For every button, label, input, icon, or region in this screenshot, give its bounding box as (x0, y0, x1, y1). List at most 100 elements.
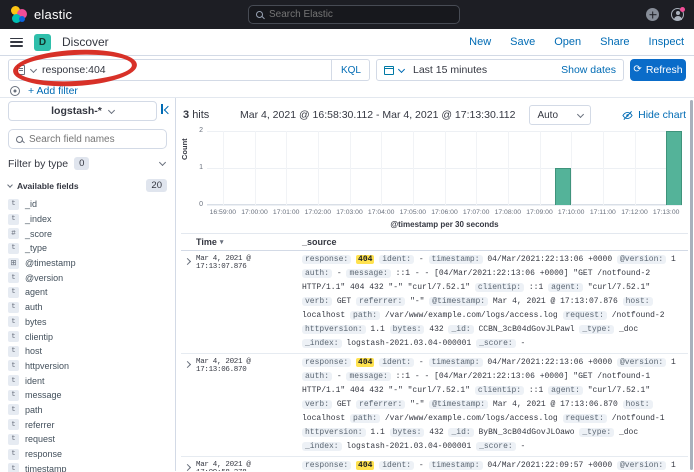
field-item-clientip[interactable]: tclientip (8, 329, 167, 344)
field-item-agent[interactable]: tagent (8, 285, 167, 300)
field-search[interactable] (8, 129, 167, 149)
field-name-badge: timestamp: (429, 461, 483, 470)
field-name-badge: timestamp: (429, 255, 483, 264)
calendar-icon (384, 66, 394, 75)
field-item-@timestamp[interactable]: ⊞ @timestamp (8, 256, 167, 271)
elastic-brand[interactable]: elastic (10, 6, 72, 23)
discover-app-badge: D (34, 34, 51, 51)
field-item-@version[interactable]: t@version (8, 270, 167, 285)
field-label: agent (25, 287, 48, 297)
date-picker[interactable]: Last 15 minutes Show dates (376, 59, 624, 81)
field-item-request[interactable]: trequest (8, 432, 167, 447)
field-label: _type (25, 243, 47, 253)
field-item-referrer[interactable]: treferrer (8, 417, 167, 432)
field-name-badge: httpversion: (302, 428, 366, 437)
index-pattern-select[interactable]: logstash-* (8, 101, 157, 121)
fields-sidebar: logstash-* Filter by type 0 Available fi… (0, 98, 176, 471)
saved-query-icon[interactable] (17, 65, 25, 75)
query-input[interactable]: response:404 KQL (8, 59, 370, 81)
field-value: 1.1 (370, 325, 384, 334)
field-item-timestamp[interactable]: ttimestamp (8, 461, 167, 472)
gridline (255, 131, 256, 205)
field-item-bytes[interactable]: tbytes (8, 315, 167, 330)
gridline (350, 131, 351, 205)
field-item-_score[interactable]: #_score (8, 226, 167, 241)
available-fields-header[interactable]: Available fields 20 (8, 179, 167, 192)
field-name-badge: request: (563, 414, 607, 423)
field-value: GET (337, 297, 351, 306)
saved-filters-icon[interactable] (10, 86, 20, 96)
field-item-_index[interactable]: t_index (8, 212, 167, 227)
field-item-_id[interactable]: t_id (8, 197, 167, 212)
menu-icon[interactable] (10, 38, 23, 47)
show-dates-button[interactable]: Show dates (561, 64, 616, 76)
field-name-badge: _id: (448, 428, 473, 437)
expand-row-button[interactable] (181, 253, 196, 351)
field-name-badge: bytes: (390, 325, 425, 334)
global-search-input[interactable] (269, 9, 429, 20)
histogram-bar[interactable] (555, 168, 571, 205)
hide-chart-button[interactable]: Hide chart (622, 109, 686, 121)
elastic-logo-icon (10, 6, 27, 23)
y-axis-label: Count (180, 138, 189, 160)
interval-select[interactable]: Auto (529, 105, 591, 125)
time-range-value[interactable]: Last 15 minutes (413, 64, 487, 76)
gridline (445, 131, 446, 205)
expand-row-button[interactable] (181, 459, 196, 471)
nav-link-open[interactable]: Open (554, 36, 581, 48)
field-name-badge: clientip: (475, 386, 524, 395)
table-row: Mar 4, 2021 @ 17:09:58.278response: 404 … (181, 457, 688, 471)
query-language-button[interactable]: KQL (331, 60, 361, 80)
nav-link-new[interactable]: New (469, 36, 491, 48)
field-name-badge: _type: (579, 428, 614, 437)
string-field-icon: t (8, 346, 19, 357)
row-time: Mar 4, 2021 @ 17:09:58.278 (196, 459, 302, 471)
nav-link-save[interactable]: Save (510, 36, 535, 48)
field-name-badge: auth: (302, 269, 332, 278)
histogram-bar[interactable] (666, 131, 682, 205)
gridline (508, 131, 509, 205)
field-name-badge: httpversion: (302, 325, 366, 334)
user-avatar[interactable] (671, 8, 684, 21)
collapse-sidebar-icon[interactable] (161, 104, 172, 114)
time-column-header[interactable]: Time▾ (196, 237, 302, 247)
vertical-scrollbar[interactable] (690, 100, 693, 470)
hits-count: 3 hits (183, 109, 209, 121)
string-field-icon: t (8, 360, 19, 371)
field-item-host[interactable]: thost (8, 344, 167, 359)
field-item-message[interactable]: tmessage (8, 388, 167, 403)
field-item-httpversion[interactable]: thttpversion (8, 359, 167, 374)
row-time: Mar 4, 2021 @ 17:13:07.876 (196, 253, 302, 351)
calendar-field-icon: ⊞ (8, 258, 19, 269)
global-search[interactable] (248, 5, 460, 24)
field-value: 04/Mar/2021:22:13:06 +0000 (487, 358, 612, 367)
field-item-ident[interactable]: tident (8, 373, 167, 388)
nav-link-inspect[interactable]: Inspect (649, 36, 684, 48)
field-name-badge: @timestamp: (429, 297, 488, 306)
field-item-auth[interactable]: tauth (8, 300, 167, 315)
field-value: _doc (619, 428, 638, 437)
query-text[interactable]: response:404 (42, 64, 106, 76)
field-item-response[interactable]: tresponse (8, 447, 167, 462)
field-name-badge: referrer: (356, 400, 405, 409)
expand-row-button[interactable] (181, 356, 196, 454)
field-value: /var/www/example.com/logs/access.log (385, 414, 558, 423)
field-label: ident (25, 376, 45, 386)
field-label: timestamp (25, 464, 67, 472)
field-item-_type[interactable]: t_type (8, 241, 167, 256)
field-search-input[interactable] (29, 134, 149, 145)
refresh-button[interactable]: ⟳ Refresh (630, 59, 686, 81)
field-name-badge: message: (346, 269, 390, 278)
string-field-icon: t (8, 419, 19, 430)
help-icon[interactable] (646, 8, 659, 21)
field-label: @timestamp (25, 258, 76, 268)
nav-link-share[interactable]: Share (600, 36, 629, 48)
field-item-path[interactable]: tpath (8, 403, 167, 418)
add-filter-button[interactable]: + Add filter (28, 85, 78, 97)
field-name-badge: verb: (302, 400, 332, 409)
table-row: Mar 4, 2021 @ 17:13:06.870response: 404 … (181, 354, 688, 457)
filter-by-type[interactable]: Filter by type 0 (8, 157, 167, 170)
gridline (413, 131, 414, 205)
table-body: Mar 4, 2021 @ 17:13:07.876response: 404 … (181, 251, 688, 471)
field-value: 1.1 (370, 428, 384, 437)
